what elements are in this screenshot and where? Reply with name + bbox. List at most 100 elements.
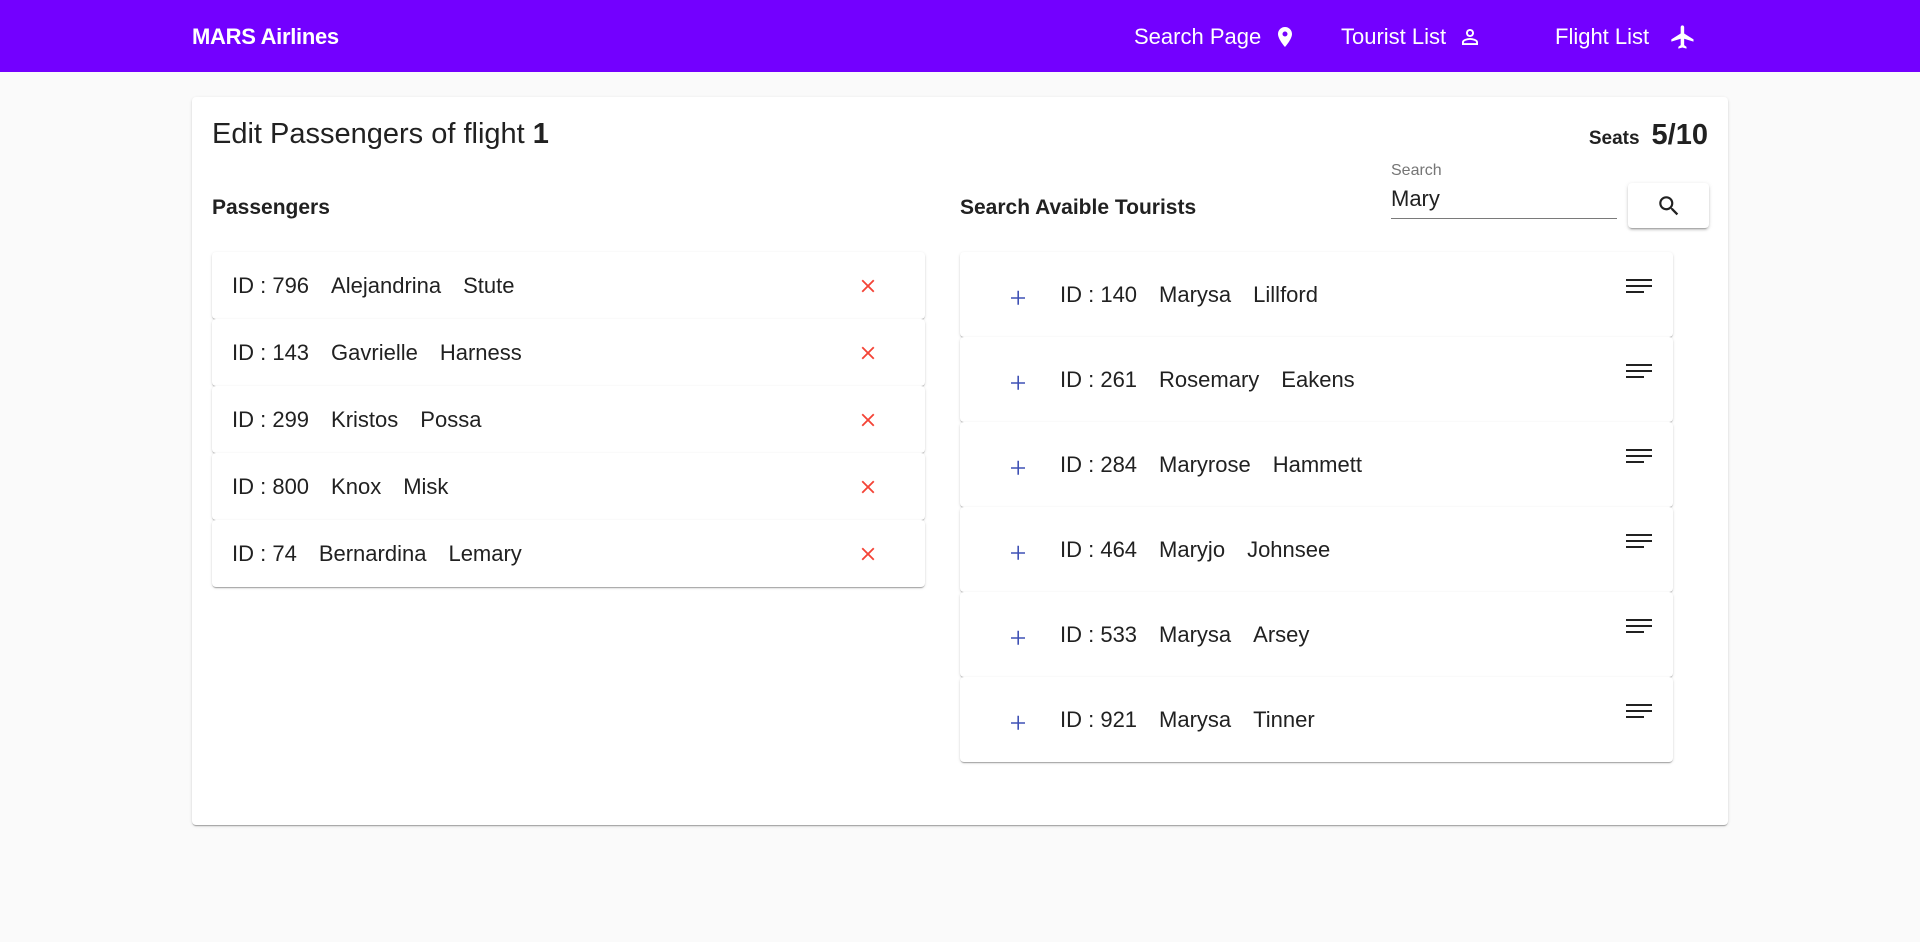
remove-passenger-button[interactable]: [855, 407, 881, 433]
passenger-last-name: Lemary: [448, 540, 522, 566]
top-app-bar: MARS Airlines Search Page Tourist List F…: [0, 0, 1920, 72]
passenger-first-name: Bernardina: [318, 540, 427, 566]
add-tourist-button[interactable]: [1004, 708, 1032, 736]
person-icon: [1462, 29, 1479, 45]
nav-tourist-list[interactable]: Tourist List: [1341, 22, 1482, 52]
nav-search-page[interactable]: Search Page: [1134, 22, 1297, 52]
passengers-heading: Passengers: [212, 196, 330, 219]
plus-icon: [1011, 630, 1025, 645]
tourist-first-name: Marysa: [1159, 706, 1232, 732]
tourist-id: ID : 140: [1060, 281, 1138, 307]
add-tourist-button[interactable]: [1004, 368, 1032, 396]
tourist-first-name: Maryjo: [1159, 536, 1226, 562]
close-icon: [861, 346, 875, 359]
seats-indicator: Seats 5/10: [1589, 119, 1708, 152]
nav-tourist-list-label: Tourist List: [1341, 24, 1447, 49]
menu-lines-icon: [1626, 704, 1652, 718]
plus-icon: [1011, 375, 1025, 390]
tourist-row: ID : 533 Marysa Arsey: [960, 592, 1673, 677]
page-title: Edit Passengers of flight 1: [212, 118, 549, 151]
close-icon: [861, 413, 875, 426]
close-icon: [861, 279, 875, 292]
passenger-id: ID : 299: [232, 406, 310, 432]
passenger-first-name: Kristos: [331, 406, 399, 432]
tourist-details-button[interactable]: [1625, 531, 1653, 555]
passenger-last-name: Misk: [403, 473, 449, 499]
available-tourist-list: ID : 140 Marysa Lillford ID : 261 Rosemary E…: [960, 252, 1673, 762]
menu-lines-icon: [1626, 279, 1652, 293]
tourist-last-name: Hammett: [1272, 451, 1362, 477]
seats-label: Seats: [1588, 128, 1640, 149]
add-tourist-button[interactable]: [1004, 623, 1032, 651]
plus-icon: [1011, 545, 1025, 560]
menu-lines-icon: [1626, 364, 1652, 378]
tourist-details-button[interactable]: [1625, 701, 1653, 725]
menu-lines-icon: [1626, 619, 1652, 633]
close-icon: [861, 547, 875, 560]
passenger-last-name: Possa: [420, 406, 482, 432]
close-icon: [861, 480, 875, 493]
passenger-row: ID : 299 Kristos Possa: [212, 386, 925, 453]
menu-lines-icon: [1626, 449, 1652, 463]
passenger-last-name: Harness: [439, 339, 522, 365]
tourist-row: ID : 284 Maryrose Hammett: [960, 422, 1673, 507]
plus-icon: [1011, 715, 1025, 730]
seats-value: 5/10: [1651, 119, 1708, 151]
tourist-first-name: Rosemary: [1159, 366, 1260, 392]
passenger-list: ID : 796 Alejandrina Stute ID : 143 Gavriel…: [212, 252, 925, 587]
page-title-text: Edit Passengers of flight: [212, 118, 525, 150]
tourist-id: ID : 921: [1060, 706, 1138, 732]
available-tourists-heading: Search Avaible Tourists: [960, 196, 1197, 219]
remove-passenger-button[interactable]: [855, 474, 881, 500]
tourist-id: ID : 261: [1060, 366, 1138, 392]
tourist-last-name: Johnsee: [1247, 536, 1331, 562]
add-tourist-button[interactable]: [1004, 283, 1032, 311]
brand-logo-text[interactable]: MARS Airlines: [192, 24, 339, 50]
passenger-first-name: Knox: [331, 473, 382, 499]
tourist-row: ID : 261 Rosemary Eakens: [960, 337, 1673, 422]
passenger-id: ID : 796: [232, 272, 310, 298]
remove-passenger-button[interactable]: [855, 273, 881, 299]
passenger-first-name: Gavrielle: [331, 339, 418, 365]
airplane-icon: [1671, 25, 1694, 49]
tourist-search-field: Search: [1391, 162, 1617, 219]
tourist-row: ID : 464 Maryjo Johnsee: [960, 507, 1673, 592]
tourist-first-name: Marysa: [1159, 281, 1232, 307]
nav-flight-list[interactable]: Flight List: [1555, 22, 1697, 52]
search-label: Search: [1391, 162, 1442, 179]
plus-icon: [1011, 460, 1025, 475]
location-pin-icon: [1278, 27, 1293, 47]
passenger-id: ID : 800: [232, 473, 310, 499]
remove-passenger-button[interactable]: [855, 340, 881, 366]
tourist-details-button[interactable]: [1625, 616, 1653, 640]
passenger-row: ID : 800 Knox Misk: [212, 453, 925, 520]
plus-icon: [1011, 290, 1025, 305]
passenger-first-name: Alejandrina: [331, 272, 442, 298]
tourist-id: ID : 284: [1060, 451, 1138, 477]
passenger-id: ID : 74: [232, 540, 297, 566]
tourist-last-name: Eakens: [1281, 366, 1355, 392]
passenger-id: ID : 143: [232, 339, 310, 365]
search-button[interactable]: [1628, 183, 1709, 228]
tourist-last-name: Tinner: [1253, 706, 1315, 732]
tourist-last-name: Lillford: [1253, 281, 1318, 307]
tourist-last-name: Arsey: [1253, 621, 1310, 647]
passenger-last-name: Stute: [463, 272, 515, 298]
remove-passenger-button[interactable]: [855, 541, 881, 567]
tourist-details-button[interactable]: [1625, 276, 1653, 300]
tourist-row: ID : 921 Marysa Tinner: [960, 677, 1673, 762]
passenger-row: ID : 74 Bernardina Lemary: [212, 520, 925, 587]
passenger-row: ID : 796 Alejandrina Stute: [212, 252, 925, 319]
tourist-details-button[interactable]: [1625, 446, 1653, 470]
passenger-row: ID : 143 Gavrielle Harness: [212, 319, 925, 386]
add-tourist-button[interactable]: [1004, 453, 1032, 481]
add-tourist-button[interactable]: [1004, 538, 1032, 566]
tourist-id: ID : 533: [1060, 621, 1138, 647]
flight-number: 1: [532, 118, 549, 150]
tourist-first-name: Maryrose: [1159, 451, 1251, 477]
nav-search-page-label: Search Page: [1134, 24, 1262, 49]
search-input[interactable]: [1391, 184, 1617, 219]
tourist-details-button[interactable]: [1625, 361, 1653, 385]
menu-lines-icon: [1626, 534, 1652, 548]
tourist-row: ID : 140 Marysa Lillford: [960, 252, 1673, 337]
